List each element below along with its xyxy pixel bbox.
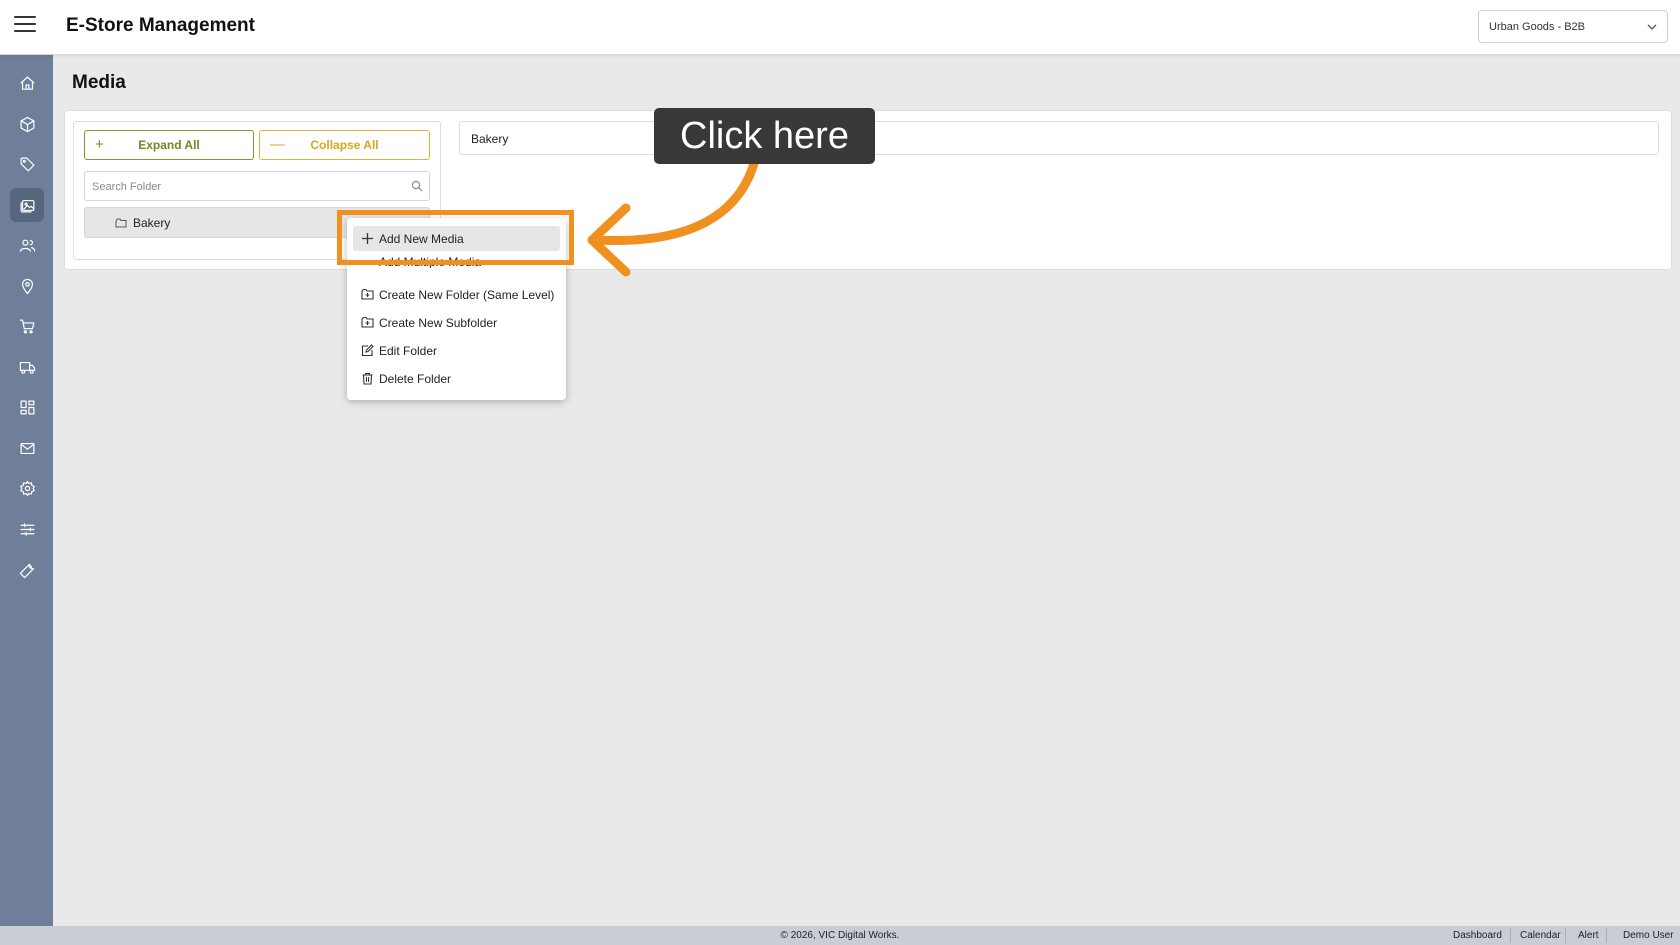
sidebar-item-configuration[interactable] (10, 512, 44, 546)
plus-icon (362, 233, 373, 244)
folder-plus-icon (361, 288, 374, 300)
footer: © 2026, VIC Digital Works. Dashboard Cal… (0, 926, 1680, 945)
top-bar: E-Store Management Urban Goods - B2B (0, 0, 1680, 55)
sidebar-item-tags[interactable] (10, 147, 44, 181)
app-title: E-Store Management (66, 15, 255, 36)
sidebar-item-shipping[interactable] (10, 350, 44, 384)
menu-item-label: Create New Folder (Same Level) (379, 288, 555, 302)
folder-icon (115, 218, 127, 228)
menu-item-label: Add Multiple Media (379, 255, 482, 268)
menu-item-label: Delete Folder (379, 372, 452, 386)
hamburger-menu-icon[interactable] (14, 16, 36, 36)
truck-icon (19, 361, 35, 374)
wrench-icon (19, 563, 34, 578)
cart-icon (19, 319, 34, 333)
current-folder-field[interactable]: Bakery (459, 121, 1659, 155)
menu-item-delete-folder[interactable]: Delete Folder (353, 366, 560, 391)
footer-link-alert[interactable]: Alert (1578, 930, 1599, 941)
footer-divider (1510, 928, 1511, 943)
menu-item-create-folder-same-level[interactable]: Create New Folder (Same Level) (353, 282, 560, 307)
sidebar-item-home[interactable] (10, 66, 44, 100)
page-title: Media (72, 72, 126, 93)
search-icon[interactable] (411, 180, 423, 192)
edit-icon (361, 344, 374, 357)
folder-plus-icon (361, 316, 374, 328)
footer-divider (1606, 928, 1607, 943)
store-selector[interactable]: Urban Goods - B2B (1478, 10, 1668, 43)
users-icon (19, 239, 35, 252)
media-icon (20, 199, 34, 212)
sidebar-item-users[interactable] (10, 228, 44, 262)
mail-icon (20, 442, 34, 454)
menu-item-create-subfolder[interactable]: Create New Subfolder (353, 310, 560, 335)
collapse-all-button[interactable]: — Collapse All (259, 130, 430, 160)
menu-item-edit-folder[interactable]: Edit Folder (353, 338, 560, 363)
collapse-all-label: Collapse All (310, 138, 379, 152)
footer-copyright: © 2026, VIC Digital Works. (780, 930, 900, 941)
sliders-icon (20, 522, 34, 536)
expand-all-button[interactable]: + Expand All (84, 130, 254, 160)
chevron-down-icon (1647, 24, 1657, 30)
box-icon (20, 116, 34, 132)
expand-all-label: Expand All (138, 138, 200, 152)
footer-link-dashboard[interactable]: Dashboard (1453, 930, 1502, 941)
footer-divider (1565, 928, 1566, 943)
current-folder-value: Bakery (471, 132, 509, 146)
sidebar-item-settings[interactable] (10, 471, 44, 505)
tag-icon (20, 157, 34, 171)
trash-icon (362, 372, 373, 385)
tree-node-label: Bakery (133, 216, 171, 230)
menu-item-label: Create New Subfolder (379, 316, 498, 330)
folder-context-menu: Add New Media Add Multiple Media Create … (347, 218, 566, 400)
footer-link-user[interactable]: Demo User (1623, 930, 1674, 941)
home-icon (20, 76, 34, 90)
sidebar-item-locations[interactable] (10, 269, 44, 303)
grid-icon (20, 400, 34, 414)
store-selector-value: Urban Goods - B2B (1489, 21, 1585, 33)
sidebar-item-tools[interactable] (10, 553, 44, 587)
sidebar-item-products[interactable] (10, 107, 44, 141)
menu-item-label: Add New Media (379, 232, 464, 246)
menu-item-add-multiple-media[interactable]: Add Multiple Media (353, 254, 560, 268)
sidebar-item-messages[interactable] (10, 431, 44, 465)
location-icon (21, 278, 33, 294)
sidebar-item-orders[interactable] (10, 309, 44, 343)
settings-icon (19, 480, 35, 496)
menu-item-label: Edit Folder (379, 344, 438, 358)
footer-link-calendar[interactable]: Calendar (1520, 930, 1561, 941)
annotation-callout: Click here (654, 108, 875, 164)
sidebar-item-media[interactable] (10, 188, 44, 222)
search-folder-field (84, 171, 430, 202)
menu-item-add-new-media[interactable]: Add New Media (353, 226, 560, 251)
search-folder-input[interactable] (85, 172, 394, 202)
sidebar-item-dashboard[interactable] (10, 390, 44, 424)
